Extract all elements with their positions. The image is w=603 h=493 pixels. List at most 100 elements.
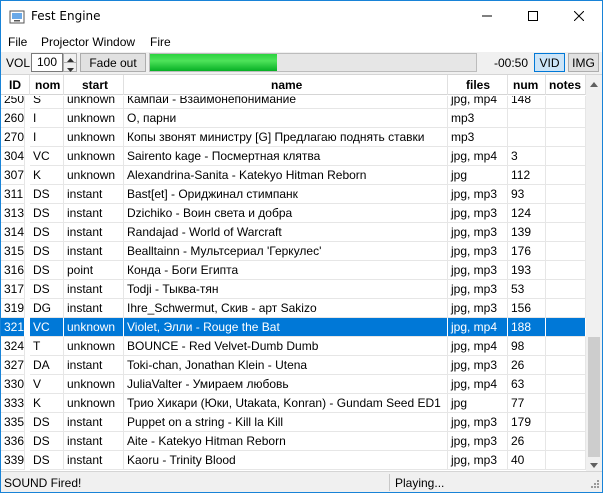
table-row[interactable]: 339 DS instant Kaoru - Trinity Blood jpg, mp… (1, 451, 586, 470)
title-bar[interactable]: Fest Engine (1, 1, 602, 32)
table-row[interactable]: 304 VC unknown Sairento kage - Посмертная к… (1, 147, 586, 166)
cell-start: unknown (64, 147, 124, 166)
table-row[interactable]: 330 Vunknown JuliaValter - Умираем любовь j… (1, 375, 586, 394)
cell-name: Toki-chan, Jonathan Klein - Utena (124, 356, 448, 375)
cell-start: instant (64, 432, 124, 451)
cell-start: unknown (64, 318, 124, 337)
cell-notes (546, 128, 586, 147)
table-row[interactable]: 307 Kunknown Alexandrina-Sanita - Katekyo … (1, 166, 586, 185)
cell-start: unknown (64, 96, 124, 109)
column-header-start[interactable]: start (64, 75, 124, 95)
cell-notes (546, 147, 586, 166)
cell-nom: VC (30, 318, 64, 337)
cell-name: Alexandrina-Sanita - Katekyo Hitman Rebo… (124, 166, 448, 185)
volume-label: VOL (6, 56, 31, 70)
cell-start: instant (64, 280, 124, 299)
toolbar: VOL 100 Fade out -00:50 VID IMG (1, 52, 602, 74)
cell-nom: DS (30, 451, 64, 470)
cell-name: Todji - Тыква-тян (124, 280, 448, 299)
cell-id: 321 (1, 318, 25, 337)
cell-id: 336 (1, 432, 25, 451)
cell-name: Трио Хикари (Юки, Utakata, Konran) - Gun… (124, 394, 448, 413)
close-button[interactable] (556, 1, 602, 32)
table-row[interactable]: 260 Iunknown О, парни mp3 (1, 109, 586, 128)
cell-notes (546, 394, 586, 413)
table-row[interactable]: 314 DS instant Randajad - World of Warcraft… (1, 223, 586, 242)
cell-notes (546, 109, 586, 128)
table-row[interactable]: 333 Kunknown Трио Хикари (Юки, Utakata, Ko… (1, 394, 586, 413)
cell-num: 53 (508, 280, 546, 299)
cell-num: 98 (508, 337, 546, 356)
cell-notes (546, 432, 586, 451)
cell-name: Dzichiko - Воин света и добра (124, 204, 448, 223)
menu-bar: File Projector Window Fire (1, 32, 602, 52)
cell-files: jpg, mp3 (448, 242, 508, 261)
cell-num: 124 (508, 204, 546, 223)
cell-id: 304 (1, 147, 25, 166)
column-header-num[interactable]: num (508, 75, 546, 95)
table-row[interactable]: 319 DG instant Ihre_Schwermut, Скив - арт S… (1, 299, 586, 318)
cell-notes (546, 299, 586, 318)
resize-grip-icon[interactable] (588, 479, 600, 491)
cell-files: jpg, mp3 (448, 261, 508, 280)
menu-file[interactable]: File (8, 35, 27, 49)
menu-projector-window[interactable]: Projector Window (41, 35, 135, 49)
column-header-nom[interactable]: nom (30, 75, 64, 95)
table-row[interactable]: 315 DS instant Bealltainn - Мультсериал 'Ге… (1, 242, 586, 261)
main-window: Fest Engine File Projector Window Fire V… (0, 0, 603, 493)
spin-down-button[interactable] (64, 63, 76, 72)
cell-num: 77 (508, 394, 546, 413)
table-row[interactable]: 311 DS instant Bast[et] - Ориджинал стимпан… (1, 185, 586, 204)
column-header-name[interactable]: name (124, 75, 448, 95)
table-header: ID nom start name files num notes (1, 75, 586, 95)
progress-fill (150, 54, 278, 71)
cell-files: jpg (448, 394, 508, 413)
cell-id: 260 (1, 109, 25, 128)
volume-input[interactable]: 100 (31, 53, 63, 72)
menu-fire[interactable]: Fire (150, 35, 171, 49)
cell-nom: DS (30, 280, 64, 299)
scrollbar-thumb[interactable] (588, 337, 600, 457)
cell-start: instant (64, 299, 124, 318)
cell-num: 193 (508, 261, 546, 280)
cell-files: jpg, mp3 (448, 432, 508, 451)
table-row[interactable]: 250 Sunknown Кампай - Взаимонепонимание jpg… (1, 96, 586, 109)
vertical-scrollbar[interactable] (586, 75, 602, 471)
cell-num: 188 (508, 318, 546, 337)
minimize-button[interactable] (464, 1, 510, 32)
table-row[interactable]: 335 DS instant Puppet on a string - Kill la… (1, 413, 586, 432)
scroll-down-icon (590, 457, 598, 471)
img-button[interactable]: IMG (568, 53, 599, 72)
table-row-selected[interactable]: 321 VC unknown Violet, Элли - Rouge the Bat… (1, 318, 586, 337)
table-row[interactable]: 336 DS instant Aite - Katekyo Hitman Reborn… (1, 432, 586, 451)
cell-num: 179 (508, 413, 546, 432)
cell-files: jpg, mp3 (448, 299, 508, 318)
column-header-files[interactable]: files (448, 75, 508, 95)
cell-files: jpg, mp4 (448, 318, 508, 337)
scroll-up-button[interactable] (586, 75, 602, 91)
cell-num: 176 (508, 242, 546, 261)
cell-nom: DS (30, 242, 64, 261)
column-header-notes[interactable]: notes (546, 75, 586, 95)
table-row[interactable]: 327 DA instant Toki-chan, Jonathan Klein - … (1, 356, 586, 375)
volume-spinner[interactable] (63, 53, 77, 72)
cell-name: О, парни (124, 109, 448, 128)
table-row[interactable]: 313 DS instant Dzichiko - Воин света и добр… (1, 204, 586, 223)
table-row[interactable]: 317 DS instant Todji - Тыква-тян jpg, mp3 53 (1, 280, 586, 299)
column-header-id[interactable]: ID (1, 75, 30, 95)
cell-files: jpg, mp3 (448, 413, 508, 432)
playback-progress[interactable] (149, 53, 477, 72)
cell-notes (546, 375, 586, 394)
scroll-down-button[interactable] (586, 456, 602, 471)
table-row[interactable]: 316 DS point Конда - Боги Египта jpg, mp3 193 (1, 261, 586, 280)
table-row[interactable]: 324 Tunknown BOUNCE - Red Velvet-Dumb Dumb… (1, 337, 586, 356)
vid-button[interactable]: VID (534, 53, 565, 72)
cell-nom: K (30, 394, 64, 413)
maximize-button[interactable] (510, 1, 556, 32)
cell-num (508, 109, 546, 128)
table-row[interactable]: 270 Iunknown Копы звонят министру [G] Пред… (1, 128, 586, 147)
cell-start: unknown (64, 166, 124, 185)
cell-files: jpg, mp4 (448, 147, 508, 166)
fade-out-button[interactable]: Fade out (80, 53, 146, 72)
cell-files: mp3 (448, 128, 508, 147)
